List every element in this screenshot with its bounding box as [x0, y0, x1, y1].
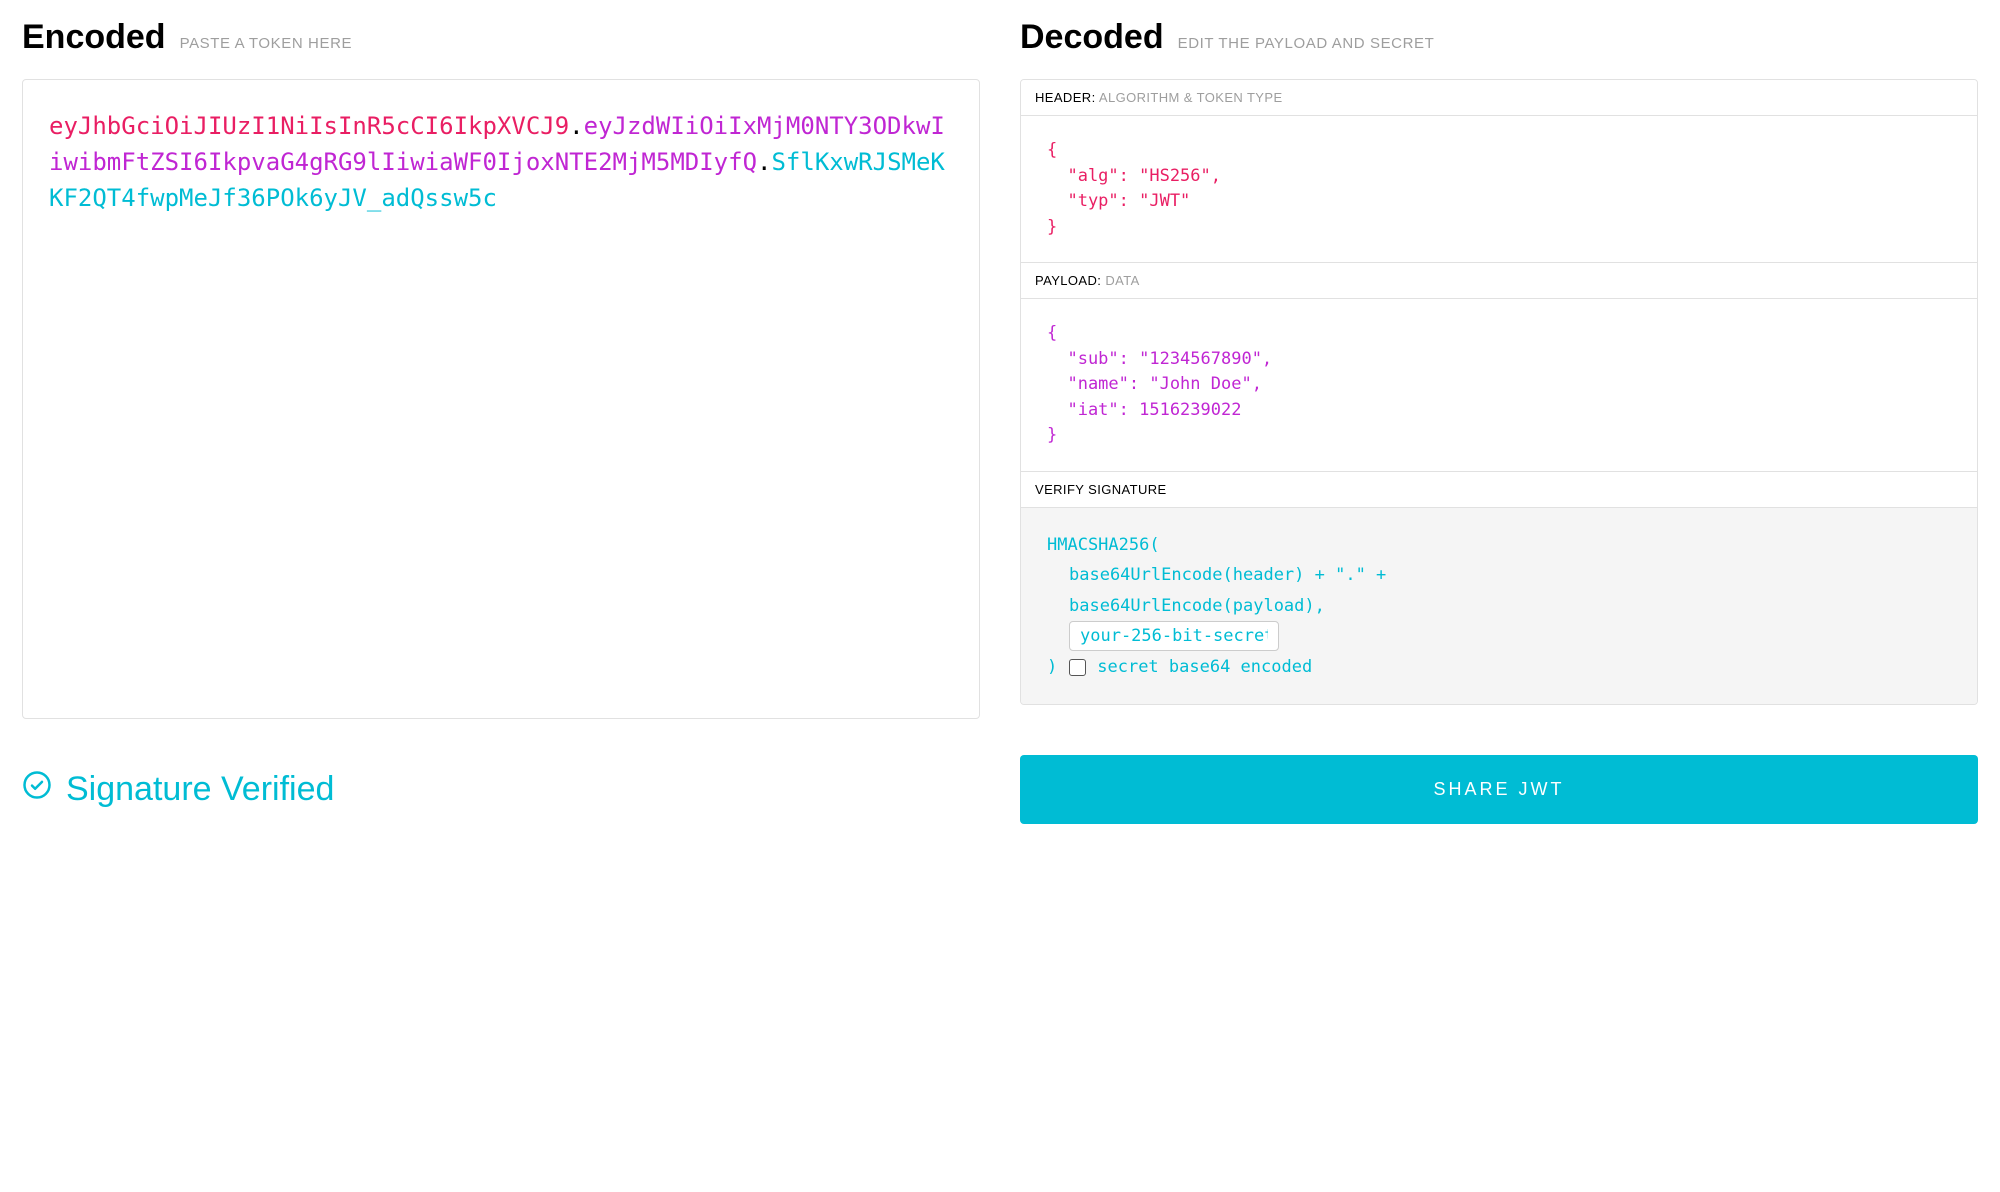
encoded-token-input[interactable]: eyJhbGciOiJIUzI1NiIsInR5cCI6IkpXVCJ9.eyJ… [22, 79, 980, 719]
secret-input[interactable] [1069, 621, 1279, 651]
header-sublabel: ALGORITHM & TOKEN TYPE [1099, 90, 1283, 105]
sig-line-2: base64UrlEncode(payload), [1047, 591, 1951, 622]
payload-sublabel: DATA [1105, 273, 1139, 288]
encoded-title-row: Encoded PASTE A TOKEN HERE [22, 18, 980, 57]
token-header-segment: eyJhbGciOiJIUzI1NiIsInR5cCI6IkpXVCJ9 [49, 112, 569, 140]
decoded-panel: HEADER: ALGORITHM & TOKEN TYPE { "alg": … [1020, 79, 1978, 705]
check-circle-icon [22, 770, 52, 809]
payload-section-label: PAYLOAD: DATA [1021, 262, 1977, 299]
token-dot: . [569, 112, 583, 140]
payload-label: PAYLOAD: [1035, 273, 1101, 288]
header-label: HEADER: [1035, 90, 1096, 105]
signature-label: VERIFY SIGNATURE [1035, 482, 1167, 497]
sig-fn-close: ) [1047, 652, 1057, 683]
secret-base64-checkbox[interactable] [1069, 659, 1086, 676]
signature-section-label: VERIFY SIGNATURE [1021, 471, 1977, 508]
header-code-editor[interactable]: { "alg": "HS256", "typ": "JWT" } [1021, 116, 1977, 262]
encoded-subtitle: PASTE A TOKEN HERE [180, 35, 353, 52]
payload-code-editor[interactable]: { "sub": "1234567890", "name": "John Doe… [1021, 299, 1977, 471]
decoded-subtitle: EDIT THE PAYLOAD AND SECRET [1178, 35, 1435, 52]
sig-line-1: base64UrlEncode(header) + "." + [1047, 560, 1951, 591]
share-jwt-button[interactable]: SHARE JWT [1020, 755, 1978, 824]
sig-fn-open: HMACSHA256( [1047, 535, 1160, 555]
token-dot: . [757, 148, 771, 176]
encoded-title: Encoded [22, 18, 166, 57]
decoded-column: Decoded EDIT THE PAYLOAD AND SECRET HEAD… [1020, 18, 1978, 719]
verified-text: Signature Verified [66, 770, 334, 809]
decoded-title: Decoded [1020, 18, 1164, 57]
signature-block: HMACSHA256( base64UrlEncode(header) + ".… [1021, 508, 1977, 705]
secret-base64-label: secret base64 encoded [1097, 652, 1312, 683]
encoded-column: Encoded PASTE A TOKEN HERE eyJhbGciOiJIU… [22, 18, 980, 719]
decoded-title-row: Decoded EDIT THE PAYLOAD AND SECRET [1020, 18, 1978, 57]
header-section-label: HEADER: ALGORITHM & TOKEN TYPE [1021, 80, 1977, 116]
signature-verified-status: Signature Verified [22, 755, 980, 824]
